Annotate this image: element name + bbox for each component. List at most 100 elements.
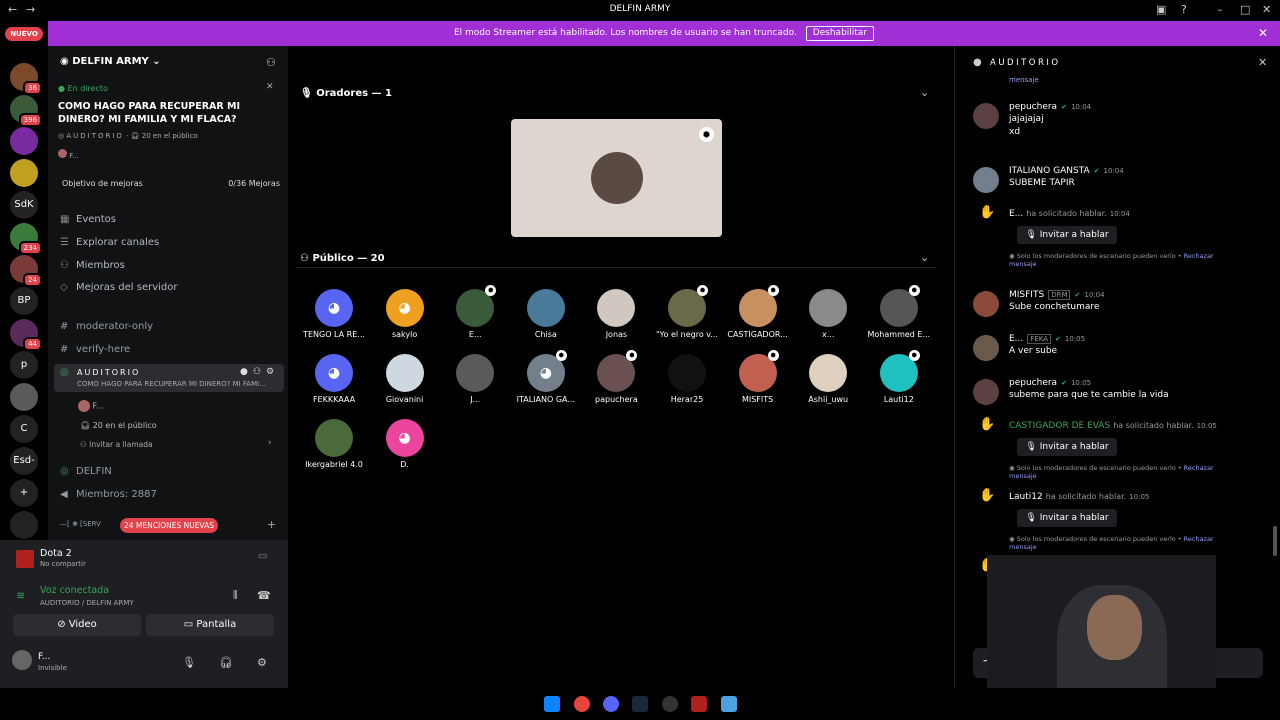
nav-boosts[interactable]: ◇ Mejoras del servidor [60, 282, 178, 293]
reject-link[interactable]: Rechazar [1184, 464, 1214, 472]
server-icon[interactable]: SdK [10, 191, 38, 219]
server-icon[interactable]: 24 [10, 255, 42, 287]
headphones-icon[interactable]: 🎧︎ [219, 656, 233, 669]
server-icon[interactable]: C [10, 415, 38, 443]
chevron-down-icon[interactable]: ⌄ [920, 251, 929, 264]
avatar[interactable] [12, 650, 32, 670]
audience-member[interactable]: ⬢ papuchera [581, 350, 651, 404]
audience-header[interactable]: ⚇ Público — 20 [300, 253, 385, 264]
add-channel-icon[interactable]: + [267, 518, 276, 531]
invite-to-call[interactable]: ⚇ Invitar a llamada [80, 440, 153, 449]
add-member-icon[interactable]: ⚇ [253, 367, 261, 377]
gear-icon[interactable]: ⚙ [257, 656, 267, 669]
disconnect-icon[interactable]: ☎ [257, 589, 271, 602]
chat-icon[interactable]: ● [240, 367, 248, 377]
server-icon[interactable]: 234 [10, 223, 42, 255]
server-icon[interactable]: BP [10, 287, 38, 315]
reject-link-cont[interactable]: mensaje [1009, 543, 1037, 551]
nav-browse-channels[interactable]: ☰ Explorar canales [60, 237, 159, 248]
channel-moderator-only[interactable]: # moderator-only [60, 321, 153, 332]
windows-start-icon[interactable] [544, 696, 560, 712]
chrome-icon[interactable] [574, 696, 590, 712]
close-window-icon[interactable]: ✕ [1262, 3, 1271, 16]
audience-member[interactable]: Ikergabriel 4.0 [299, 419, 369, 469]
requester-name[interactable]: E... [1009, 209, 1023, 219]
chevron-right-icon[interactable]: › [268, 438, 272, 448]
channel-verify-here[interactable]: # verify-here [60, 344, 130, 355]
notepad-icon[interactable] [721, 696, 737, 712]
new-badge[interactable]: NUEVO [5, 27, 43, 41]
channel-auditorio[interactable]: ◎ AUDITORIO COMO HAGO PARA RECUPERAR MI … [54, 364, 284, 392]
dota-icon[interactable] [691, 696, 707, 712]
audience-member[interactable]: ◕ FEKKKAAA [299, 354, 369, 404]
audience-member[interactable]: Ashii_uwu [793, 354, 863, 404]
discord-icon[interactable] [603, 696, 619, 712]
speakers-header[interactable]: 🎙︎ Oradores — 1 [300, 88, 392, 99]
requester-name[interactable]: Lauti12 [1009, 492, 1043, 502]
audience-member[interactable]: ◕ sakylo [370, 289, 440, 339]
author-name[interactable]: pepuchera [1009, 102, 1057, 112]
chat-scrollbar[interactable] [1273, 526, 1277, 556]
nav-events[interactable]: ▦ Eventos [60, 214, 116, 225]
minimize-icon[interactable]: – [1217, 3, 1223, 16]
server-icon[interactable] [10, 127, 38, 155]
chevron-down-icon[interactable]: ⌄ [920, 86, 929, 99]
inbox-icon[interactable]: ▣ [1156, 3, 1166, 16]
voice-status[interactable]: Voz conectada [40, 585, 109, 596]
server-icon[interactable]: + [10, 479, 38, 507]
maximize-icon[interactable]: □ [1240, 3, 1250, 16]
invite-member-icon[interactable]: ⚇ [266, 56, 276, 69]
server-icon[interactable] [10, 159, 38, 187]
audience-member[interactable]: ◕ TENGO LA RE... [299, 289, 369, 339]
steam-icon[interactable] [632, 696, 648, 712]
video-button[interactable]: ⊘ Video [13, 614, 141, 636]
server-icon[interactable]: 396 [10, 95, 42, 127]
audience-member[interactable]: ◕ D. [370, 419, 440, 469]
channel-members-count[interactable]: ◀ Miembros: 2887 [60, 489, 157, 500]
invite-to-speak-button[interactable]: 🎙︎ Invitar a hablar [1017, 509, 1117, 527]
disable-streamer-button[interactable]: Deshabilitar [805, 26, 875, 41]
audience-member[interactable]: Giovanini [370, 354, 440, 404]
server-header[interactable]: ◉ DELFIN ARMY ⌄ [60, 56, 161, 67]
screen-share-icon[interactable]: ▭ [258, 551, 267, 562]
avatar[interactable] [973, 379, 999, 405]
server-icon[interactable]: 36 [10, 63, 42, 95]
reject-link-cont[interactable]: mensaje [1009, 260, 1037, 268]
reject-link[interactable]: Rechazar [1184, 535, 1214, 543]
server-icon[interactable]: Esd-E- [10, 447, 38, 494]
noise-suppression-icon[interactable]: ⫼ [233, 590, 238, 601]
speaker-tile[interactable]: ⬢ [511, 119, 722, 237]
server-icon[interactable]: 44 [10, 319, 42, 351]
avatar[interactable] [973, 103, 999, 129]
author-name[interactable]: MISFITS [1009, 290, 1044, 300]
reject-link-cont[interactable]: mensaje [1009, 472, 1037, 480]
author-name[interactable]: E... [1009, 334, 1023, 344]
audience-member[interactable]: x... [793, 289, 863, 339]
avatar[interactable] [973, 167, 999, 193]
audience-member[interactable]: ◕ ⬢ ITALIANO GA... [511, 350, 581, 404]
audience-member[interactable]: ⬢ Mohammed E... [864, 285, 934, 339]
boost-goal[interactable]: Objetivo de mejoras 0/36 Mejoras [58, 177, 280, 191]
audience-member[interactable]: J... [440, 354, 510, 404]
requester-name[interactable]: CASTIGADOR DE EVAS [1009, 421, 1110, 431]
audience-member[interactable]: ⬢ CASTIGADOR... [723, 285, 793, 339]
avatar[interactable] [973, 291, 999, 317]
audience-member[interactable]: Chisa [511, 289, 581, 339]
close-chat-icon[interactable]: ✕ [1258, 56, 1267, 69]
stage-audience-row[interactable]: 🎧︎ 20 en el público [80, 421, 157, 430]
settings-icon[interactable]: ⚙ [266, 367, 274, 377]
new-mentions-pill[interactable]: 24 MENCIONES NUEVAS [120, 518, 218, 533]
stage-title[interactable]: COMO HAGO PARA RECUPERAR MI DINERO? MI F… [58, 100, 278, 126]
server-icon[interactable]: p [10, 351, 38, 379]
avatar[interactable] [973, 335, 999, 361]
author-name[interactable]: pepuchera [1009, 378, 1057, 388]
audience-member[interactable]: ⬢ Lauti12 [864, 350, 934, 404]
screen-button[interactable]: ▭ Pantalla [146, 614, 274, 636]
server-icon[interactable] [10, 511, 38, 539]
invite-to-speak-button[interactable]: 🎙︎ Invitar a hablar [1017, 226, 1117, 244]
audience-member[interactable]: ⬢ MISFITS [723, 350, 793, 404]
obs-icon[interactable] [662, 696, 678, 712]
close-banner-icon[interactable]: ✕ [1258, 21, 1268, 46]
audience-member[interactable]: Jonas [581, 289, 651, 339]
channel-cut[interactable]: —[ ❀ [SERV [60, 520, 101, 528]
